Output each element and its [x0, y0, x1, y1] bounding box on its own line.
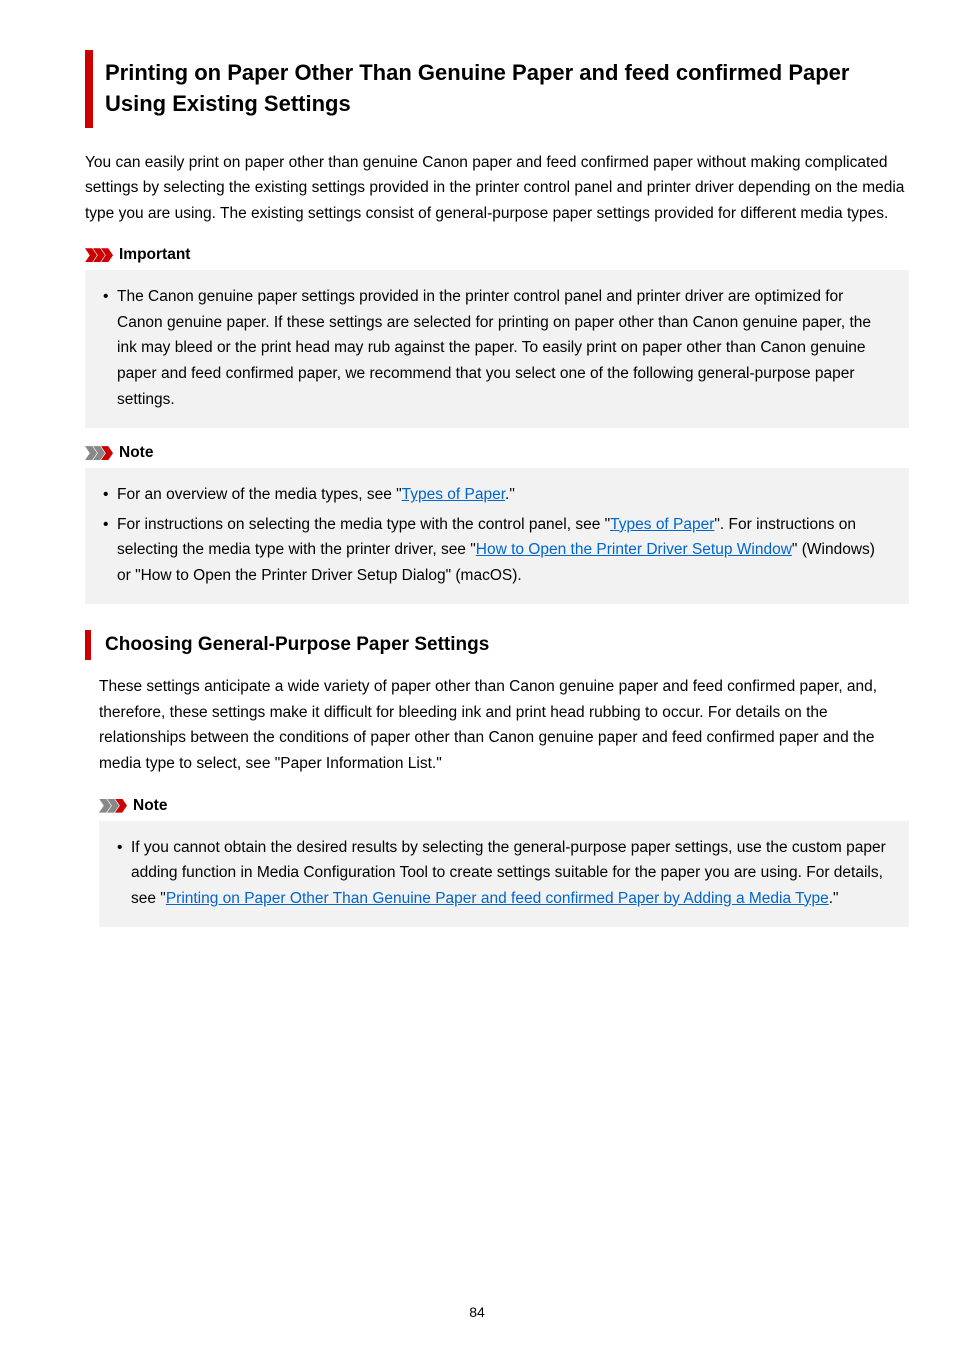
- note-icon: [99, 799, 127, 813]
- important-item: The Canon genuine paper settings provide…: [103, 284, 893, 412]
- note1-item-1: For an overview of the media types, see …: [103, 482, 893, 508]
- note1-item1-pre: For an overview of the media types, see …: [117, 486, 402, 503]
- note1-item1-post: .": [505, 486, 515, 503]
- note2-header: Note: [99, 797, 909, 815]
- types-of-paper-link-2[interactable]: Types of Paper: [610, 516, 714, 533]
- note2-item-post: .": [829, 890, 839, 907]
- important-label: Important: [119, 246, 190, 264]
- note2-item: If you cannot obtain the desired results…: [117, 835, 893, 912]
- note2-label: Note: [133, 797, 167, 815]
- intro-paragraph: You can easily print on paper other than…: [85, 150, 909, 227]
- important-header: Important: [85, 246, 909, 264]
- section-heading: Choosing General-Purpose Paper Settings: [105, 634, 909, 656]
- note1-body: For an overview of the media types, see …: [85, 468, 909, 604]
- note1-label: Note: [119, 444, 153, 462]
- printer-driver-setup-link[interactable]: How to Open the Printer Driver Setup Win…: [476, 541, 792, 558]
- note-icon: [85, 446, 113, 460]
- section-header: Choosing General-Purpose Paper Settings: [85, 630, 909, 660]
- note1-item-2: For instructions on selecting the media …: [103, 512, 893, 589]
- page-number: 84: [0, 1304, 954, 1320]
- section-body: These settings anticipate a wide variety…: [99, 674, 909, 776]
- page-title-block: Printing on Paper Other Than Genuine Pap…: [85, 50, 909, 128]
- adding-media-type-link[interactable]: Printing on Paper Other Than Genuine Pap…: [166, 890, 829, 907]
- types-of-paper-link-1[interactable]: Types of Paper: [402, 486, 505, 503]
- important-icon: [85, 248, 113, 262]
- note1-header: Note: [85, 444, 909, 462]
- note2-body: If you cannot obtain the desired results…: [99, 821, 909, 928]
- note1-item2-pre: For instructions on selecting the media …: [117, 516, 610, 533]
- important-body: The Canon genuine paper settings provide…: [85, 270, 909, 428]
- page-title: Printing on Paper Other Than Genuine Pap…: [105, 58, 909, 120]
